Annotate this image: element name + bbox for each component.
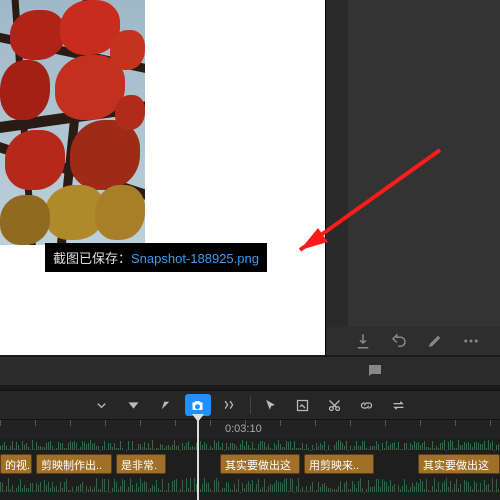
side-panel-toolbar (326, 327, 500, 355)
skew-icon[interactable] (153, 394, 179, 416)
swap-icon[interactable] (386, 394, 412, 416)
effects-icon[interactable] (217, 394, 243, 416)
comment-row (0, 357, 500, 385)
subtitle-clip[interactable]: 剪映制作出.. (36, 454, 112, 474)
preview-canvas (0, 0, 325, 355)
toast-label: 截图已保存： (53, 251, 131, 266)
toast-filename: Snapshot-188925.png (131, 251, 259, 266)
subtitle-clip[interactable]: 的视. (0, 454, 32, 474)
subtitle-clip[interactable]: 是非常. (116, 454, 166, 474)
subtitle-track: 的视.剪映制作出..是非常.其实要做出这用剪映来..其实要做出这 (0, 454, 500, 474)
comment-icon[interactable] (366, 362, 384, 380)
chevron-down-icon[interactable] (89, 394, 115, 416)
audio-waveform-bottom (0, 478, 500, 492)
subtitle-clip[interactable]: 其实要做出这 (220, 454, 300, 474)
time-label: 0:03:10 (225, 423, 262, 435)
brush-icon[interactable] (426, 332, 444, 350)
playhead[interactable] (197, 420, 199, 500)
undo-icon[interactable] (390, 332, 408, 350)
pointer-icon[interactable] (258, 394, 284, 416)
timeline-toolbar (0, 390, 500, 420)
download-icon[interactable] (354, 332, 372, 350)
more-icon[interactable] (462, 332, 480, 350)
subtitle-clip[interactable]: 用剪映来.. (304, 454, 374, 474)
timeline-tracks[interactable]: 的视.剪映制作出..是非常.其实要做出这用剪映来..其实要做出这 (0, 438, 500, 500)
subtitle-clip[interactable]: 其实要做出这 (418, 454, 500, 474)
audio-waveform-top (0, 440, 500, 450)
side-panel-body (348, 0, 500, 330)
snapshot-button[interactable] (185, 394, 211, 416)
link-icon[interactable] (354, 394, 380, 416)
edit-box-icon[interactable] (290, 394, 316, 416)
preview-image (0, 0, 145, 245)
snapshot-saved-toast: 截图已保存：Snapshot-188925.png (45, 243, 267, 272)
time-ruler[interactable]: 0:03:10 (0, 420, 500, 438)
cut-icon[interactable] (322, 394, 348, 416)
triangle-down-icon[interactable] (121, 394, 147, 416)
side-panel (325, 0, 500, 355)
